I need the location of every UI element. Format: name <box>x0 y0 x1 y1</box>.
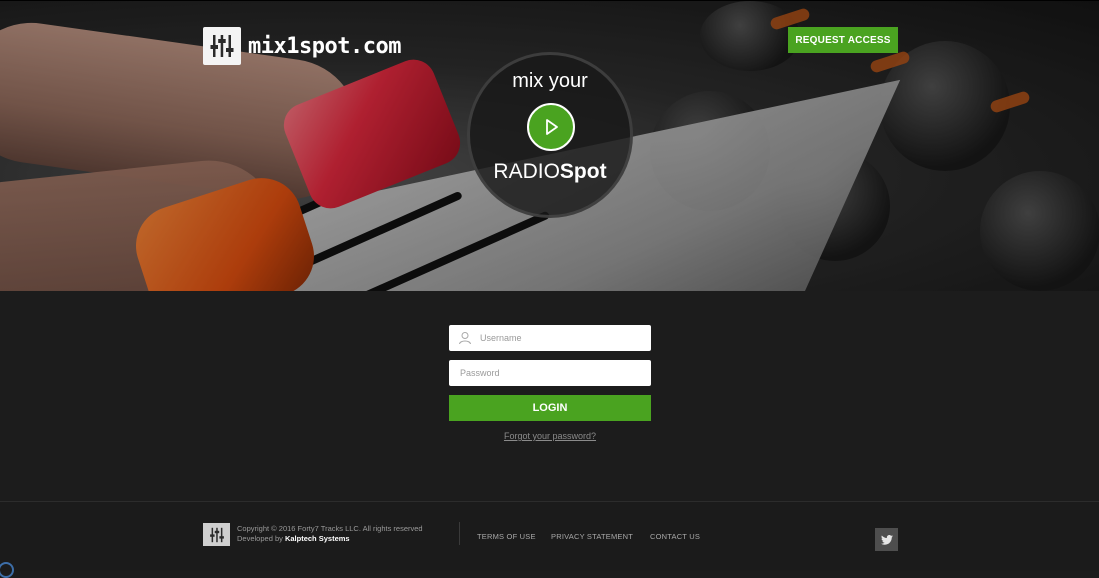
password-input[interactable] <box>458 359 651 387</box>
scroll-indicator <box>0 562 14 578</box>
mix-your-radiospot-badge: mix your RADIOSpot <box>467 52 633 218</box>
badge-spot-text: Spot <box>559 160 607 183</box>
user-icon <box>458 331 472 345</box>
password-field[interactable] <box>449 359 651 387</box>
footer-divider <box>459 522 460 545</box>
logo-text: mix1spot.com <box>248 33 401 59</box>
mixer-logo-icon <box>203 27 241 65</box>
badge-radio-text: RADIO <box>493 160 560 183</box>
developed-by-text: Developed by <box>237 534 283 543</box>
twitter-icon[interactable] <box>875 528 898 551</box>
footer: Copyright © 2016 Forty7 Tracks LLC. All … <box>0 501 1099 571</box>
site-logo[interactable]: mix1spot.com <box>203 27 401 65</box>
request-access-button[interactable]: REQUEST ACCESS <box>788 27 898 53</box>
username-input[interactable] <box>478 324 651 352</box>
badge-bottom-text: RADIOSpot <box>470 160 630 184</box>
contact-us-link[interactable]: CONTACT US <box>650 532 700 541</box>
badge-top-text: mix your <box>512 70 588 92</box>
developer-name[interactable]: Kalptech Systems <box>285 534 350 543</box>
mixer-logo-icon <box>203 523 230 546</box>
copyright-block: Copyright © 2016 Forty7 Tracks LLC. All … <box>237 524 423 544</box>
play-icon[interactable] <box>527 103 575 151</box>
copyright-text: Copyright © 2016 Forty7 Tracks LLC. All … <box>237 524 423 533</box>
login-button[interactable]: LOGIN <box>449 395 651 421</box>
terms-of-use-link[interactable]: TERMS OF USE <box>477 532 536 541</box>
forgot-password-link[interactable]: Forgot your password? <box>449 431 651 441</box>
username-field[interactable] <box>449 324 651 352</box>
developer-line: Developed by Kalptech Systems <box>237 534 423 544</box>
privacy-statement-link[interactable]: PRIVACY STATEMENT <box>551 532 633 541</box>
